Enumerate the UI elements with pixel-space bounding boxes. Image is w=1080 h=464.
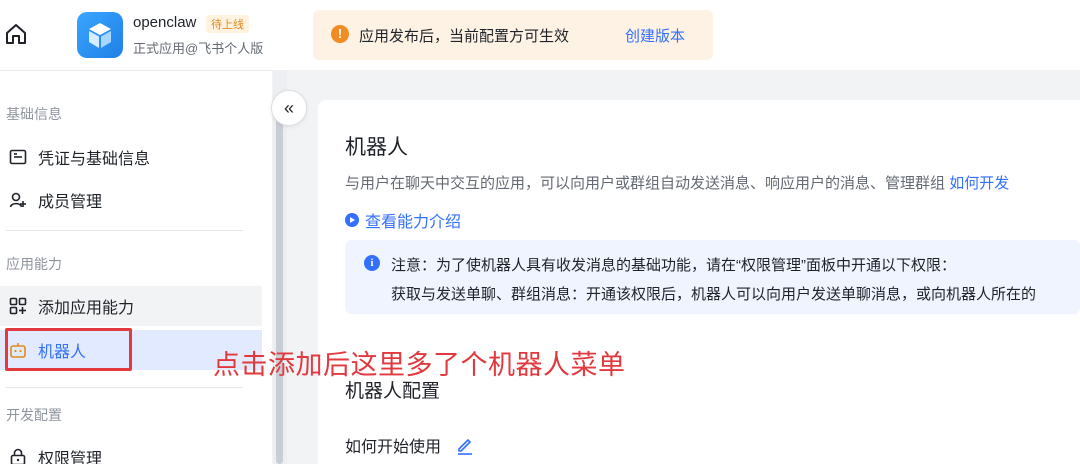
view-intro-link[interactable]: 查看能力介绍	[345, 208, 461, 232]
home-icon[interactable]	[4, 22, 28, 46]
info-line-1: 注意：为了使机器人具有收发消息的基础功能，请在“权限管理”面板中开通以下权限：	[391, 257, 956, 274]
publish-notice: ! 应用发布后，当前配置方可生效 创建版本	[313, 10, 713, 60]
section-basic-info: 基础信息	[6, 106, 62, 122]
notice-text: 应用发布后，当前配置方可生效	[359, 28, 570, 45]
sidebar-item-label: 机器人	[38, 344, 87, 361]
how-to-start-row: 如何开始使用	[345, 433, 475, 457]
lock-icon	[8, 447, 28, 464]
edit-icon[interactable]	[455, 435, 475, 455]
sidebar-scrollbar-thumb[interactable]	[276, 100, 283, 464]
how-to-start-label: 如何开始使用	[345, 439, 442, 456]
warning-icon: !	[331, 25, 349, 43]
add-user-icon	[8, 190, 28, 210]
sidebar-item-label: 成员管理	[38, 194, 103, 211]
sidebar-item-permissions[interactable]: 权限管理	[0, 437, 262, 464]
sidebar-divider	[6, 230, 243, 231]
view-intro-label: 查看能力介绍	[365, 214, 462, 231]
play-icon	[345, 213, 359, 227]
create-version-link[interactable]: 创建版本	[625, 25, 685, 46]
add-capability-icon	[8, 296, 28, 316]
sidebar-item-credentials[interactable]: 凭证与基础信息	[0, 137, 262, 177]
page-title: 机器人	[345, 136, 408, 159]
status-badge: 待上线	[206, 15, 249, 33]
collapse-sidebar-button[interactable]: «	[271, 90, 307, 126]
permission-info-box: i 注意：为了使机器人具有收发消息的基础功能，请在“权限管理”面板中开通以下权限…	[345, 240, 1080, 314]
sidebar-divider	[6, 387, 243, 388]
sidebar-item-label: 权限管理	[38, 451, 103, 464]
sidebar: 基础信息 凭证与基础信息 成员管理 应用能力 添加应用能力 机器人 开发配置 权…	[0, 70, 272, 464]
info-icon: i	[364, 255, 380, 271]
bot-icon	[8, 340, 28, 360]
page-description: 与用户在聊天中交互的应用，可以向用户或群组自动发送消息、响应用户的消息、管理群组…	[345, 172, 1009, 193]
sidebar-item-label: 凭证与基础信息	[38, 151, 151, 168]
credentials-icon	[8, 147, 28, 167]
description-text: 与用户在聊天中交互的应用，可以向用户或群组自动发送消息、响应用户的消息、管理群组	[345, 175, 946, 192]
app-subtitle: 正式应用@飞书个人版	[133, 41, 264, 56]
sidebar-item-members[interactable]: 成员管理	[0, 180, 262, 220]
section-app-capability: 应用能力	[6, 256, 62, 272]
section-dev-config: 开发配置	[6, 407, 62, 423]
sidebar-item-label: 添加应用能力	[38, 300, 135, 317]
annotation-text: 点击添加后这里多了个机器人菜单	[213, 350, 626, 380]
app-logo-icon	[77, 12, 123, 58]
sidebar-item-add-capability[interactable]: 添加应用能力	[0, 286, 262, 326]
top-bar: openclaw 待上线 正式应用@飞书个人版 ! 应用发布后，当前配置方可生效…	[0, 0, 1080, 70]
app-name: openclaw	[133, 14, 197, 31]
double-chevron-left-icon: «	[283, 97, 294, 118]
how-to-develop-link[interactable]: 如何开发	[949, 175, 1009, 192]
info-line-2: 获取与发送单聊、群组消息：开通该权限后，机器人可以向用户发送单聊消息，或向机器人…	[391, 286, 1037, 303]
